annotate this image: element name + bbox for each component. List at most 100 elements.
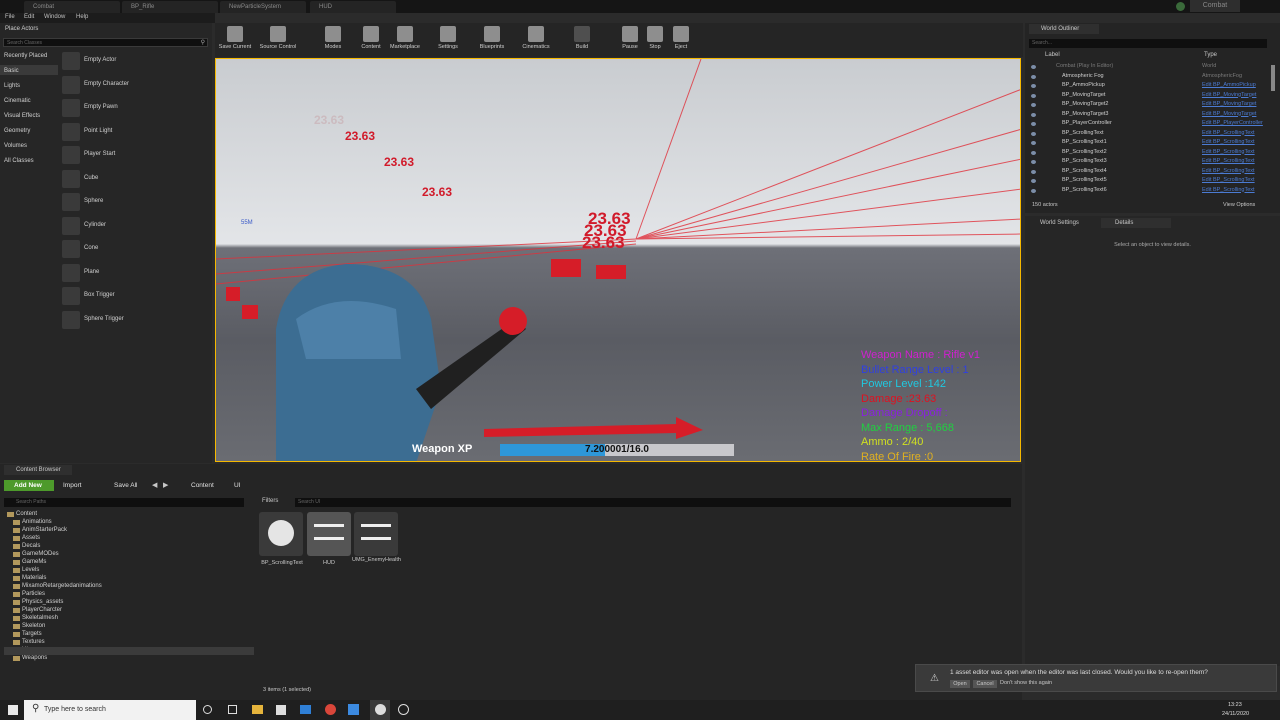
eye-icon[interactable] (1031, 65, 1036, 69)
toolbar-settings[interactable]: Settings (428, 25, 468, 50)
taskbar-search[interactable]: ⚲ Type here to search (24, 700, 196, 720)
actor-type[interactable]: Edit BP_MovingTarget (1202, 101, 1256, 107)
actor-item[interactable]: Player Start (62, 146, 210, 166)
outliner-row[interactable]: Atmospheric Fog AtmosphericFog (1025, 73, 1275, 83)
file-explorer-icon[interactable] (252, 705, 263, 714)
category-recently-placed[interactable]: Recently Placed (4, 53, 47, 59)
breadcrumb-ui[interactable]: UI (234, 482, 241, 489)
eye-icon[interactable] (1031, 160, 1036, 164)
outliner-col-label[interactable]: Label (1045, 52, 1060, 58)
eye-icon[interactable] (1031, 150, 1036, 155)
folder-item[interactable]: Particles (13, 591, 45, 597)
outliner-row[interactable]: BP_ScrollingText Edit BP_ScrollingText (1025, 130, 1275, 140)
category-all-classes[interactable]: All Classes (4, 158, 34, 164)
filters-button[interactable]: Filters (262, 498, 278, 504)
actor-item[interactable]: Cone (62, 240, 210, 260)
toolbar-eject[interactable]: Eject (661, 25, 701, 50)
menu-edit[interactable]: Edit (24, 14, 34, 20)
eye-icon[interactable] (1031, 141, 1036, 145)
actor-type[interactable]: Edit BP_PlayerController (1202, 120, 1263, 126)
outliner-row[interactable]: Combat (Play In Editor) World (1025, 63, 1275, 73)
outliner-row[interactable]: BP_MovingTarget2 Edit BP_MovingTarget (1025, 101, 1275, 111)
folder-item[interactable]: Materials (13, 575, 46, 581)
mail-icon[interactable] (300, 705, 311, 714)
tab-hud[interactable]: HUD (310, 1, 396, 13)
folder-item[interactable]: MixamoRetargetedanimations (13, 583, 102, 589)
actor-type[interactable]: Edit BP_ScrollingText (1202, 149, 1255, 155)
eye-icon[interactable] (1031, 112, 1036, 117)
outliner-row[interactable]: BP_ScrollingText5 Edit BP_ScrollingText (1025, 177, 1275, 187)
outliner-tab[interactable]: World Outliner (1029, 24, 1099, 34)
import-button[interactable]: Import (63, 482, 81, 489)
actor-type[interactable]: Edit BP_ScrollingText (1202, 177, 1255, 183)
outliner-row[interactable]: BP_ScrollingText1 Edit BP_ScrollingText (1025, 139, 1275, 149)
tab-particle-system[interactable]: NewParticleSystem (220, 1, 306, 13)
outliner-row[interactable]: BP_MovingTarget Edit BP_MovingTarget (1025, 92, 1275, 102)
folder-item[interactable]: Physics_assets (13, 599, 63, 605)
outliner-row[interactable]: BP_AmmoPickup Edit BP_AmmoPickup (1025, 82, 1275, 92)
actor-item[interactable]: Point Light (62, 122, 210, 143)
outliner-col-type[interactable]: Type (1204, 52, 1217, 58)
breadcrumb-content[interactable]: Content (191, 482, 214, 489)
actor-item[interactable]: Plane (62, 263, 210, 284)
menu-help[interactable]: Help (76, 14, 88, 20)
add-new-button[interactable]: Add New (4, 480, 54, 491)
source-control-icon[interactable] (1176, 2, 1185, 11)
actor-item[interactable]: Empty Actor (62, 52, 210, 72)
actor-item[interactable]: Empty Character (62, 75, 210, 96)
cancel-button[interactable]: Cancel (973, 680, 997, 688)
actor-item[interactable]: Cylinder (62, 216, 210, 237)
folder-item[interactable]: PlayerCharcter (13, 607, 62, 613)
game-viewport[interactable]: 23.63 23.63 23.63 23.63 23.63 23.63 23.6… (215, 58, 1021, 462)
eye-icon[interactable] (1031, 93, 1036, 98)
category-volumes[interactable]: Volumes (4, 143, 27, 149)
dont-show-checkbox[interactable]: Don't show this again (1000, 680, 1052, 686)
folder-item[interactable]: AnimStarterPack (13, 527, 67, 533)
toolbar-blueprints[interactable]: Blueprints (472, 25, 512, 50)
eye-icon[interactable] (1031, 84, 1036, 88)
eye-icon[interactable] (1031, 131, 1036, 136)
actor-type[interactable]: Edit BP_ScrollingText (1202, 139, 1255, 145)
place-actors-search[interactable]: Search Classes ⚲ (3, 38, 208, 47)
folder-item[interactable]: Skeleton (13, 623, 45, 629)
unreal-taskbar-item[interactable] (370, 700, 390, 720)
category-basic[interactable]: Basic (4, 68, 19, 74)
settings-gear-icon[interactable] (398, 704, 409, 715)
folder-item[interactable]: Textures (13, 639, 45, 645)
search-ui-input[interactable]: Search UI (295, 498, 1011, 507)
actor-type[interactable]: Edit BP_MovingTarget (1202, 111, 1256, 117)
folder-item[interactable]: Animations (13, 519, 52, 525)
actor-type[interactable]: Edit BP_AmmoPickup (1202, 82, 1256, 88)
actor-type[interactable]: Edit BP_ScrollingText (1202, 187, 1255, 193)
visual-studio-icon[interactable] (348, 704, 359, 715)
menu-window[interactable]: Window (44, 14, 65, 20)
eye-icon[interactable] (1031, 179, 1036, 183)
actor-item[interactable]: Box Trigger (62, 287, 210, 307)
save-all-button[interactable]: Save All (105, 482, 143, 490)
toolbar-marketplace[interactable]: Marketplace (385, 25, 425, 50)
outliner-row[interactable]: BP_PlayerController Edit BP_PlayerControl… (1025, 120, 1275, 130)
toolbar-cinematics[interactable]: Cinematics (516, 25, 556, 50)
actor-type[interactable]: Edit BP_ScrollingText (1202, 130, 1255, 136)
chrome-icon[interactable] (325, 704, 336, 715)
folder-item[interactable]: Levels (13, 567, 39, 573)
store-icon[interactable] (276, 705, 286, 715)
toolbar-modes[interactable]: Modes (313, 25, 353, 50)
content-browser-tab[interactable]: Content Browser (4, 465, 72, 475)
view-options-button[interactable]: View Options (1223, 202, 1255, 208)
windows-start-icon[interactable] (8, 705, 18, 715)
asset-tile[interactable] (259, 512, 303, 556)
toolbar-build[interactable]: Build (562, 25, 602, 50)
category-cinematic[interactable]: Cinematic (4, 98, 31, 104)
actor-item[interactable]: Sphere (62, 193, 210, 213)
outliner-scrollbar[interactable] (1271, 65, 1275, 91)
tab-world-settings[interactable]: World Settings (1029, 218, 1099, 228)
cortana-icon[interactable] (203, 705, 212, 714)
actor-type[interactable]: Edit BP_MovingTarget (1202, 92, 1256, 98)
search-paths-input[interactable]: Search Paths (4, 498, 244, 507)
actor-item[interactable]: Sphere Trigger (62, 310, 210, 331)
task-view-icon[interactable] (228, 705, 237, 714)
eye-icon[interactable] (1031, 74, 1036, 79)
outliner-row[interactable]: BP_ScrollingText4 Edit BP_ScrollingText (1025, 168, 1275, 178)
folder-item[interactable]: Assets (13, 535, 40, 541)
